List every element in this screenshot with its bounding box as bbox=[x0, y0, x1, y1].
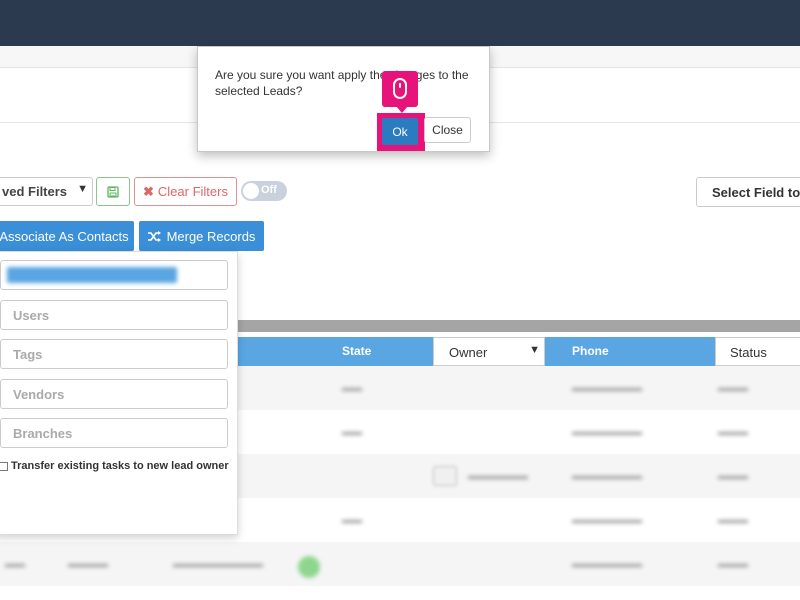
toggle-knob bbox=[243, 183, 259, 199]
associate-as-contacts-button[interactable]: Associate As Contacts bbox=[0, 221, 134, 251]
merge-label: Merge Records bbox=[166, 228, 256, 244]
transfer-checkbox[interactable] bbox=[0, 461, 8, 471]
shuffle-icon bbox=[147, 230, 161, 242]
clear-filters-label: Clear Filters bbox=[157, 184, 228, 199]
tags-field[interactable]: Tags bbox=[0, 339, 228, 369]
vendors-field[interactable]: Vendors bbox=[0, 379, 228, 409]
owner-field[interactable] bbox=[0, 260, 228, 290]
confirm-dialog: Are you sure you want apply the changes … bbox=[197, 46, 490, 152]
filter-toggle[interactable]: Off bbox=[241, 181, 287, 201]
status-dot bbox=[298, 556, 320, 578]
save-filter-button[interactable] bbox=[96, 177, 130, 206]
click-marker bbox=[382, 71, 418, 113]
status-filter-select[interactable]: Status bbox=[715, 337, 800, 366]
merge-records-button[interactable]: Merge Records bbox=[139, 221, 264, 251]
reassign-panel: Users Tags Vendors Branches Transfer exi… bbox=[0, 251, 238, 535]
table-row[interactable]: ▬▬ ▬▬▬▬ ▬▬▬▬▬▬▬▬▬ ▬▬▬▬▬▬▬ ▬▬▬ bbox=[0, 542, 800, 586]
chevron-down-icon: ▼ bbox=[529, 344, 540, 356]
table-scrollbar[interactable] bbox=[237, 320, 800, 332]
saved-filters-label: ved Filters bbox=[2, 184, 68, 199]
header-state[interactable]: State bbox=[342, 337, 371, 366]
branches-field[interactable]: Branches bbox=[0, 418, 228, 448]
close-button[interactable]: Close bbox=[424, 117, 471, 143]
ok-label: Ok bbox=[392, 124, 408, 139]
close-label: Close bbox=[432, 123, 463, 137]
toggle-label: Off bbox=[261, 184, 277, 196]
save-icon bbox=[107, 185, 119, 198]
ok-button[interactable]: Ok bbox=[382, 118, 418, 145]
ok-highlight: Ok bbox=[377, 113, 425, 151]
clear-filters-button[interactable]: ✖ Clear Filters bbox=[134, 177, 237, 206]
owner-value bbox=[7, 267, 177, 283]
select-field-label: Select Field to bbox=[712, 185, 800, 200]
top-navbar bbox=[0, 0, 800, 46]
header-phone[interactable]: Phone bbox=[572, 337, 609, 366]
owner-label: Owner bbox=[449, 345, 488, 360]
associate-label: Associate As Contacts bbox=[0, 228, 129, 244]
page: ved Filters ▼ ✖ Clear Filters Off Select… bbox=[0, 0, 800, 600]
owner-filter-select[interactable]: Owner ▼ bbox=[433, 337, 545, 366]
mouse-icon bbox=[393, 78, 407, 99]
select-field-dropdown[interactable]: Select Field to bbox=[696, 177, 800, 207]
chevron-down-icon: ▼ bbox=[77, 183, 88, 195]
transfer-tasks-option[interactable]: Transfer existing tasks to new lead owne… bbox=[0, 460, 229, 472]
transfer-label: Transfer existing tasks to new lead owne… bbox=[11, 460, 229, 472]
times-icon: ✖ bbox=[143, 183, 154, 199]
confirm-message: Are you sure you want apply the changes … bbox=[215, 68, 469, 98]
status-label: Status bbox=[730, 345, 767, 360]
avatar bbox=[433, 466, 457, 486]
saved-filters-select[interactable]: ved Filters ▼ bbox=[0, 177, 93, 206]
users-field[interactable]: Users bbox=[0, 300, 228, 330]
